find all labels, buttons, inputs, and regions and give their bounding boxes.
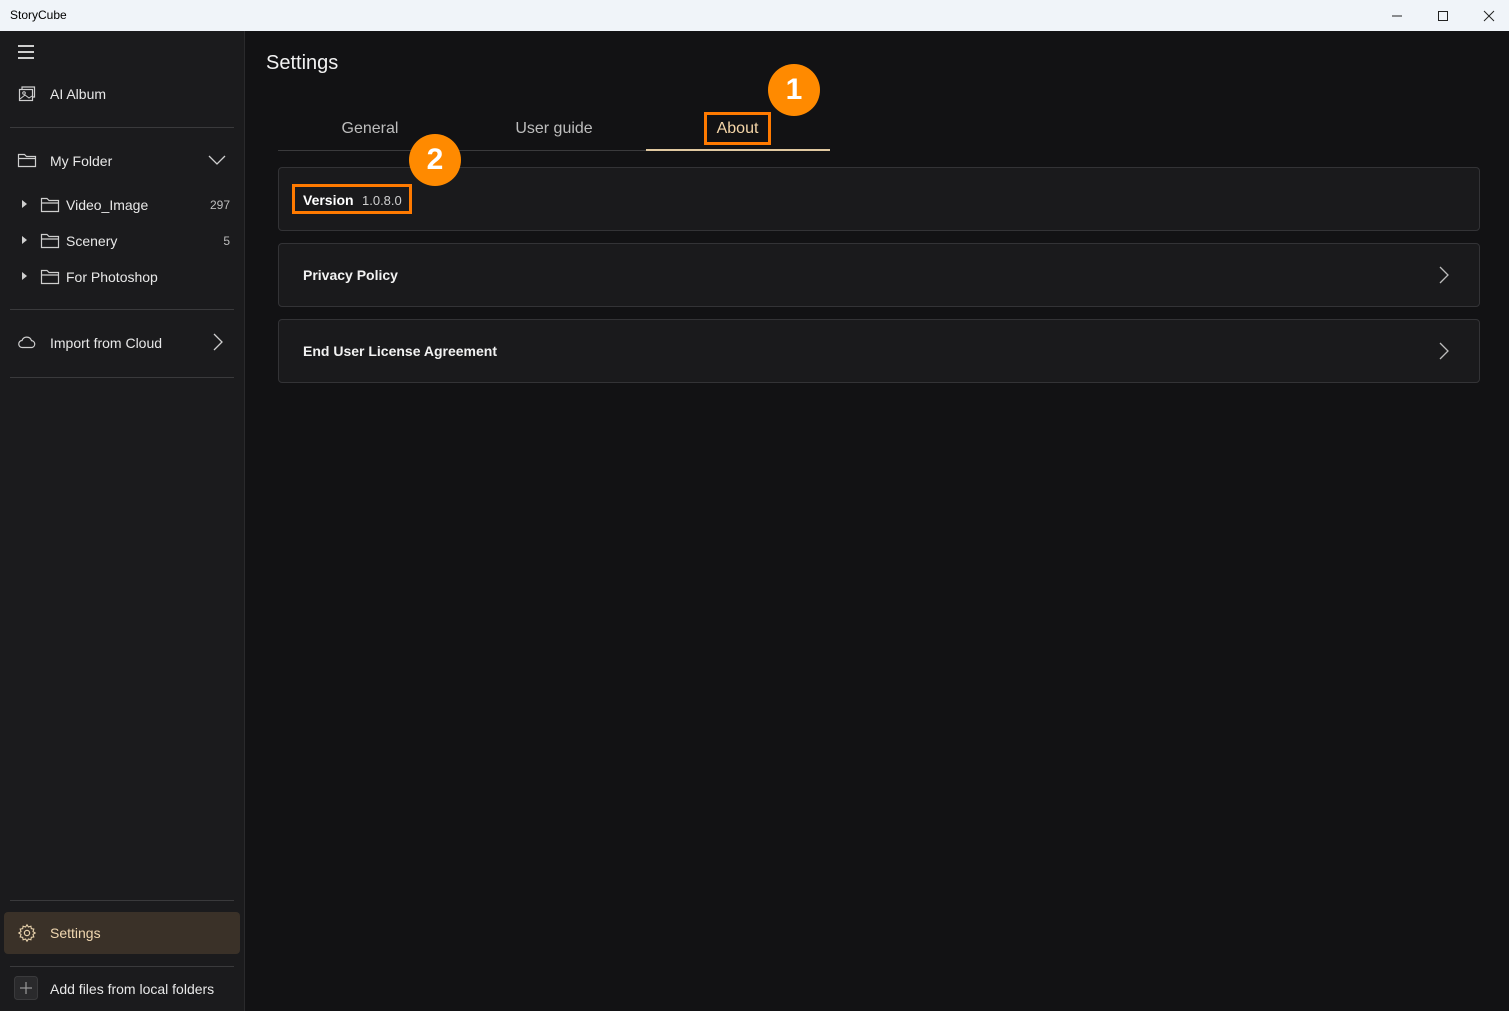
step-badge-number: 1: [785, 73, 803, 106]
my-folder-label: My Folder: [50, 153, 113, 169]
caret-right-icon[interactable]: [22, 272, 27, 280]
caret-right-icon[interactable]: [22, 200, 27, 208]
settings-nav-item[interactable]: Settings: [4, 912, 240, 954]
chevron-right-icon: [213, 333, 223, 351]
divider: [10, 900, 234, 901]
tab-user-guide[interactable]: User guide: [462, 118, 646, 152]
folder-count: 297: [209, 198, 230, 212]
tab-about-label: About: [716, 119, 759, 137]
tab-user-guide-label: User guide: [515, 120, 593, 137]
active-tab-indicator: [646, 149, 830, 151]
settings-label: Settings: [50, 925, 101, 941]
chevron-right-icon: [1439, 342, 1449, 360]
maximize-icon: [1438, 10, 1448, 21]
step-badge: 1: [768, 64, 820, 116]
add-files-label: Add files from local folders: [50, 981, 215, 997]
folder-label: For Photoshop: [66, 269, 158, 285]
ai-album-label: AI Album: [50, 86, 107, 102]
import-cloud-item[interactable]: Import from Cloud: [0, 329, 245, 355]
add-files-button[interactable]: Add files from local folders: [0, 976, 245, 1000]
folder-tree-item[interactable]: For Photoshop: [0, 262, 245, 292]
caret-right-icon[interactable]: [22, 236, 27, 244]
step-badge-number: 2: [426, 143, 444, 176]
sidebar: AI Album My Folder Video_Image 297 Scene…: [0, 31, 245, 1011]
eula-card[interactable]: End User License Agreement: [278, 319, 1480, 383]
gear-icon: [17, 923, 37, 943]
divider: [10, 127, 234, 128]
step-badge: 2: [409, 134, 461, 186]
main-content: Settings General User guide About 1 Vers…: [246, 31, 1509, 1011]
close-button[interactable]: [1466, 0, 1509, 31]
privacy-policy-label: Privacy Policy: [303, 267, 398, 283]
my-folder-item[interactable]: My Folder: [0, 147, 245, 173]
app-title: StoryCube: [10, 8, 67, 22]
album-icon: [18, 86, 36, 102]
folder-tree-item[interactable]: Scenery 5: [0, 226, 245, 256]
folder-icon: [17, 153, 37, 168]
import-cloud-label: Import from Cloud: [50, 335, 163, 351]
tab-about[interactable]: About: [704, 112, 771, 145]
cloud-icon: [18, 336, 36, 349]
maximize-button[interactable]: [1420, 0, 1466, 31]
version-value: 1.0.8.0: [362, 193, 402, 208]
ai-album-item[interactable]: AI Album: [0, 81, 245, 107]
eula-label: End User License Agreement: [303, 343, 497, 359]
folder-icon: [40, 197, 60, 213]
close-icon: [1483, 10, 1495, 21]
version-highlight: Version 1.0.8.0: [292, 184, 412, 214]
tab-general-label: General: [341, 120, 399, 137]
minimize-button[interactable]: [1374, 0, 1420, 31]
folder-icon: [40, 233, 60, 249]
divider: [10, 309, 234, 310]
chevron-down-icon[interactable]: [208, 154, 226, 166]
folder-count: 5: [223, 234, 230, 248]
hamburger-icon[interactable]: [18, 45, 34, 59]
version-card: [278, 167, 1480, 231]
privacy-policy-card[interactable]: Privacy Policy: [278, 243, 1480, 307]
chevron-right-icon: [1439, 266, 1449, 284]
folder-tree-item[interactable]: Video_Image 297: [0, 190, 245, 220]
folder-label: Video_Image: [66, 197, 149, 213]
folder-icon: [40, 269, 60, 285]
folder-label: Scenery: [66, 233, 118, 249]
title-bar: StoryCube: [0, 0, 1509, 31]
plus-icon: [14, 976, 38, 1000]
version-label: Version: [303, 192, 354, 208]
minimize-icon: [1392, 15, 1402, 16]
divider: [10, 377, 234, 378]
divider: [10, 966, 234, 967]
page-title: Settings: [266, 52, 339, 74]
